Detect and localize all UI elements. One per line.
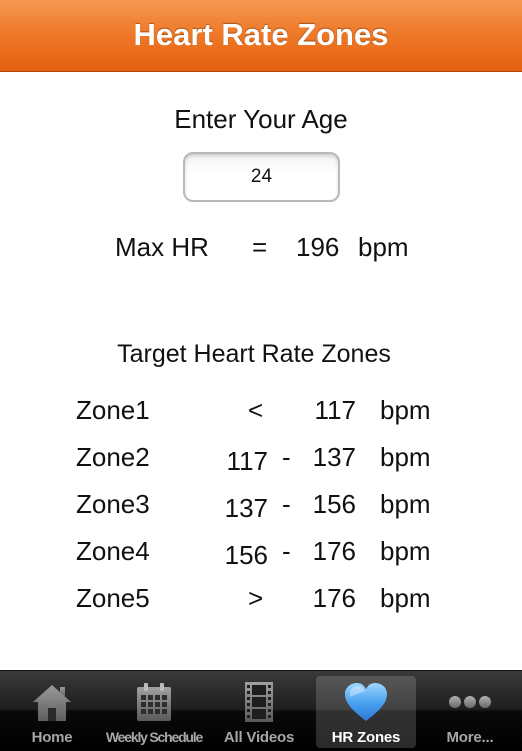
max-hr-label: Max HR bbox=[115, 232, 209, 262]
zone-separator: < bbox=[248, 395, 264, 425]
tab-bar: Home Weekly Schedule All Videos HR Zones… bbox=[0, 670, 522, 751]
film-icon bbox=[209, 681, 309, 725]
tab-label: All Videos bbox=[223, 729, 295, 746]
zone-name: Zone4 bbox=[76, 536, 150, 566]
tab-label: Weekly Schedule bbox=[105, 729, 203, 745]
zone-high: 137 bbox=[312, 442, 356, 472]
tab-label: More... bbox=[446, 729, 494, 746]
zone-unit: bpm bbox=[380, 489, 431, 519]
heart-icon bbox=[316, 681, 416, 725]
calendar-icon bbox=[104, 681, 204, 725]
zone-high: 156 bbox=[312, 489, 356, 519]
zone-name: Zone5 bbox=[76, 583, 150, 613]
age-input[interactable] bbox=[183, 152, 340, 202]
zone-separator: > bbox=[248, 583, 264, 613]
zone-row-5: Zone5 > 176 bpm bbox=[0, 583, 522, 623]
tab-hr-zones[interactable]: HR Zones bbox=[316, 676, 416, 748]
tab-weekly-schedule[interactable]: Weekly Schedule bbox=[104, 676, 204, 748]
tab-label: HR Zones bbox=[331, 729, 401, 746]
zone-low: 117 bbox=[226, 446, 268, 476]
zone-row-3: Zone3 137 - 156 bpm bbox=[0, 489, 522, 529]
tab-more[interactable]: More... bbox=[420, 676, 520, 748]
zone-separator: - bbox=[282, 536, 291, 566]
more-icon bbox=[420, 681, 520, 725]
zone-name: Zone3 bbox=[76, 489, 150, 519]
tab-all-videos[interactable]: All Videos bbox=[209, 676, 309, 748]
zone-unit: bpm bbox=[380, 583, 431, 613]
tab-label: Home bbox=[31, 729, 73, 746]
tab-home[interactable]: Home bbox=[2, 676, 102, 748]
zone-name: Zone2 bbox=[76, 442, 150, 472]
page-title: Heart Rate Zones bbox=[133, 17, 389, 52]
zone-row-4: Zone4 156 - 176 bpm bbox=[0, 536, 522, 576]
zone-row-1: Zone1 < 117 bpm bbox=[0, 395, 522, 435]
max-hr-equals: = bbox=[252, 232, 268, 262]
zone-low: 156 bbox=[224, 540, 268, 570]
zone-unit: bpm bbox=[380, 536, 431, 566]
zones-title: Target Heart Rate Zones bbox=[117, 340, 391, 368]
zone-separator: - bbox=[282, 489, 291, 519]
zone-high: 117 bbox=[314, 395, 356, 425]
zone-unit: bpm bbox=[380, 442, 431, 472]
zone-row-2: Zone2 117 - 137 bpm bbox=[0, 442, 522, 482]
nav-bar: Heart Rate Zones bbox=[0, 0, 522, 72]
zone-low: 137 bbox=[224, 493, 268, 523]
zone-high: 176 bbox=[312, 583, 356, 613]
zone-high: 176 bbox=[312, 536, 356, 566]
zone-separator: - bbox=[282, 442, 291, 472]
max-hr-value: 196 bbox=[296, 232, 340, 262]
home-icon bbox=[2, 681, 102, 725]
zone-name: Zone1 bbox=[76, 395, 150, 425]
age-label: Enter Your Age bbox=[174, 104, 348, 134]
zone-unit: bpm bbox=[380, 395, 431, 425]
max-hr-unit: bpm bbox=[358, 232, 409, 262]
